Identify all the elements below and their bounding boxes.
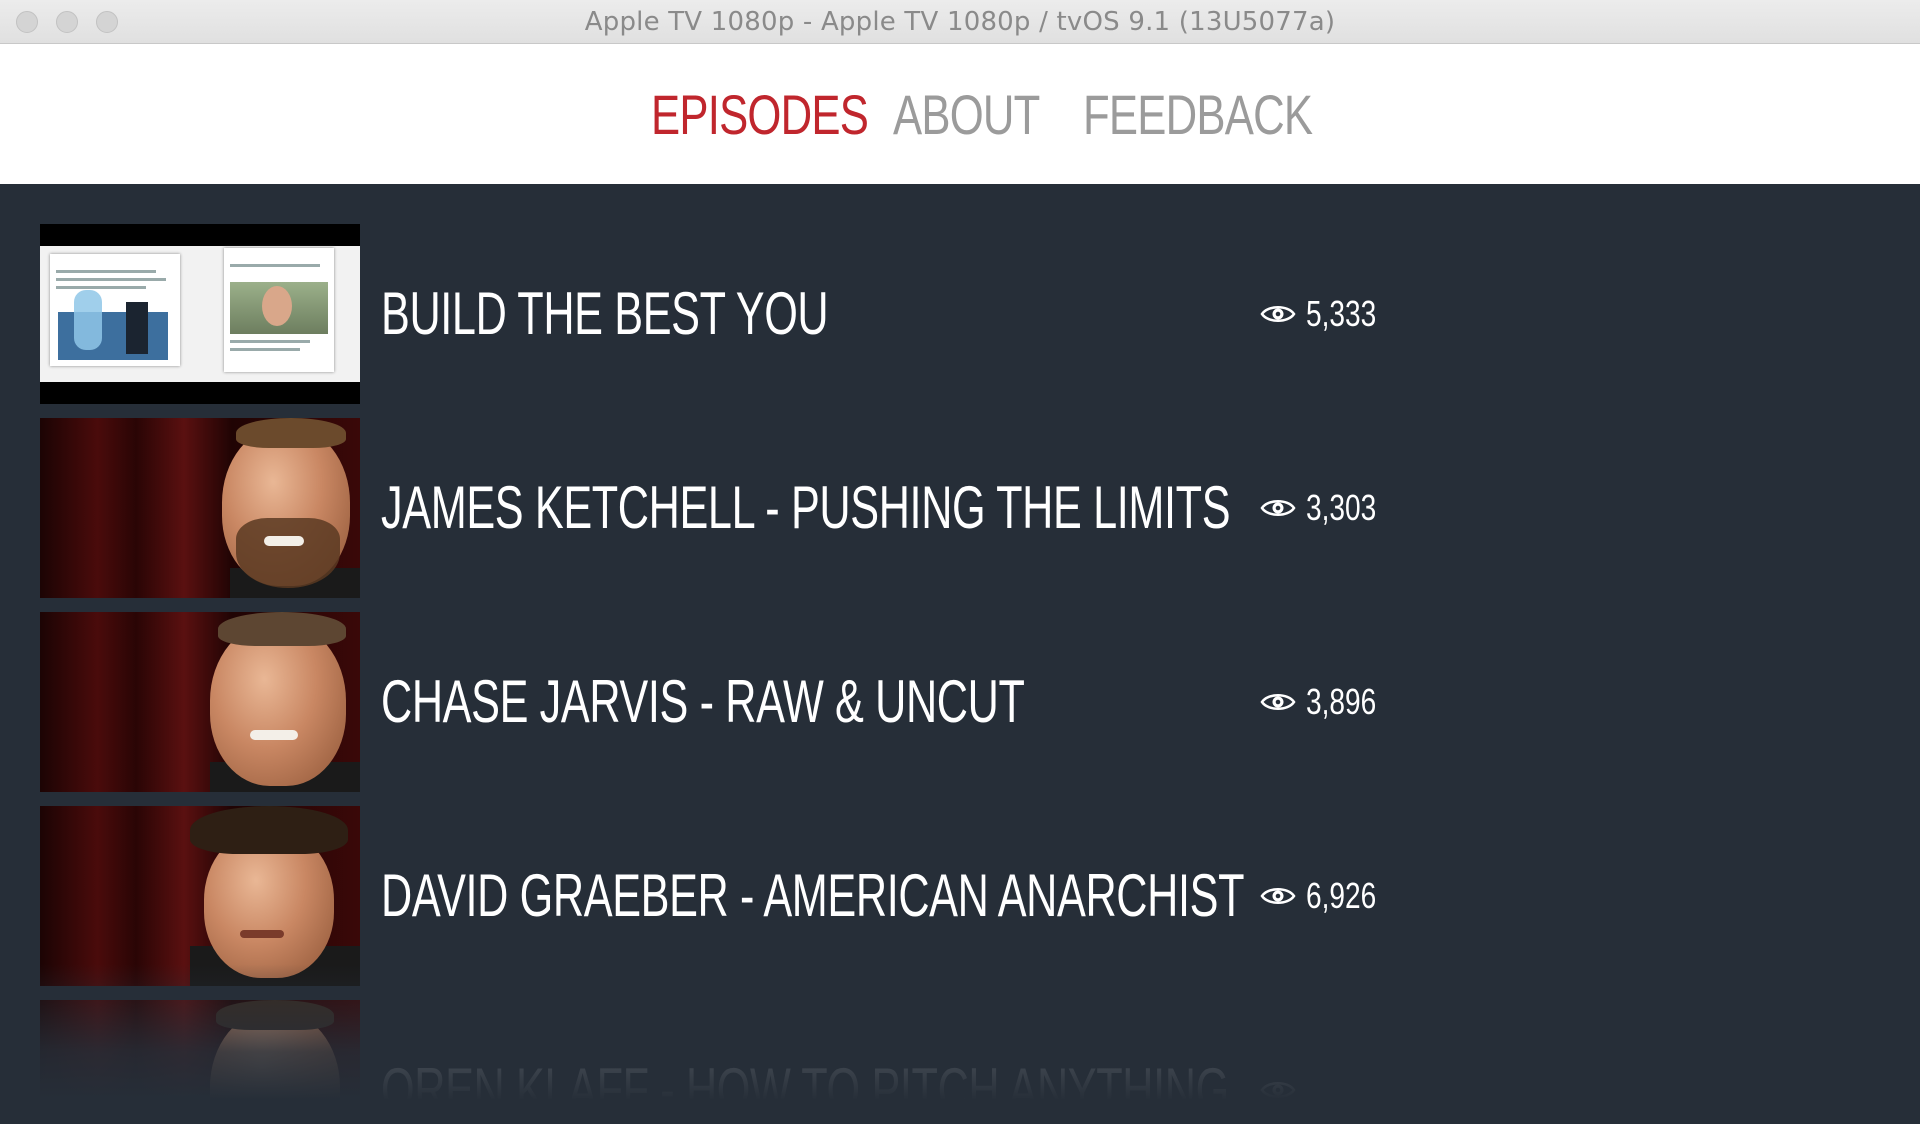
view-count: 3,303 — [1306, 487, 1377, 528]
view-count-group — [1260, 1000, 1410, 1124]
episode-thumbnail — [40, 418, 360, 598]
episode-list: BUILD THE BEST YOU 5,333 JAMES KETCHELL … — [0, 184, 1920, 1124]
view-count-group: 5,333 — [1260, 224, 1410, 404]
episode-title: JAMES KETCHELL - PUSHING THE LIMITS — [381, 474, 1231, 541]
episode-thumbnail — [40, 224, 360, 404]
eye-icon — [1260, 694, 1296, 710]
eye-icon — [1260, 500, 1296, 516]
episode-row[interactable]: BUILD THE BEST YOU 5,333 — [40, 224, 1390, 404]
eye-icon — [1260, 888, 1296, 904]
top-nav: EPISODES ABOUT FEEDBACK — [0, 44, 1920, 184]
episode-row[interactable]: OREN KLAFF - HOW TO PITCH ANYTHING — [40, 1000, 1390, 1124]
view-count: 6,926 — [1306, 875, 1377, 916]
view-count: 5,333 — [1306, 293, 1377, 334]
episode-title: OREN KLAFF - HOW TO PITCH ANYTHING — [381, 1056, 1229, 1123]
tab-feedback[interactable]: FEEDBACK — [1083, 82, 1313, 148]
view-count: 3,896 — [1306, 681, 1377, 722]
view-count-group: 3,303 — [1260, 418, 1410, 598]
eye-icon — [1260, 1082, 1296, 1098]
episode-title: BUILD THE BEST YOU — [381, 280, 829, 347]
episode-thumbnail — [40, 806, 360, 986]
view-count-group: 3,896 — [1260, 612, 1410, 792]
view-count-group: 6,926 — [1260, 806, 1410, 986]
episode-thumbnail — [40, 612, 360, 792]
episode-row[interactable]: CHASE JARVIS - RAW & UNCUT 3,896 — [40, 612, 1390, 792]
tab-about[interactable]: ABOUT — [893, 82, 1040, 148]
episode-title: DAVID GRAEBER - AMERICAN ANARCHIST — [381, 862, 1245, 929]
episode-title: CHASE JARVIS - RAW & UNCUT — [381, 668, 1025, 735]
tab-episodes[interactable]: EPISODES — [651, 82, 869, 148]
window-title: Apple TV 1080p - Apple TV 1080p / tvOS 9… — [584, 7, 1336, 37]
window-titlebar: Apple TV 1080p - Apple TV 1080p / tvOS 9… — [0, 0, 1920, 44]
episode-thumbnail — [40, 1000, 360, 1124]
episode-row[interactable]: JAMES KETCHELL - PUSHING THE LIMITS 3,30… — [40, 418, 1390, 598]
episode-row[interactable]: DAVID GRAEBER - AMERICAN ANARCHIST 6,926 — [40, 806, 1390, 986]
eye-icon — [1260, 306, 1296, 322]
